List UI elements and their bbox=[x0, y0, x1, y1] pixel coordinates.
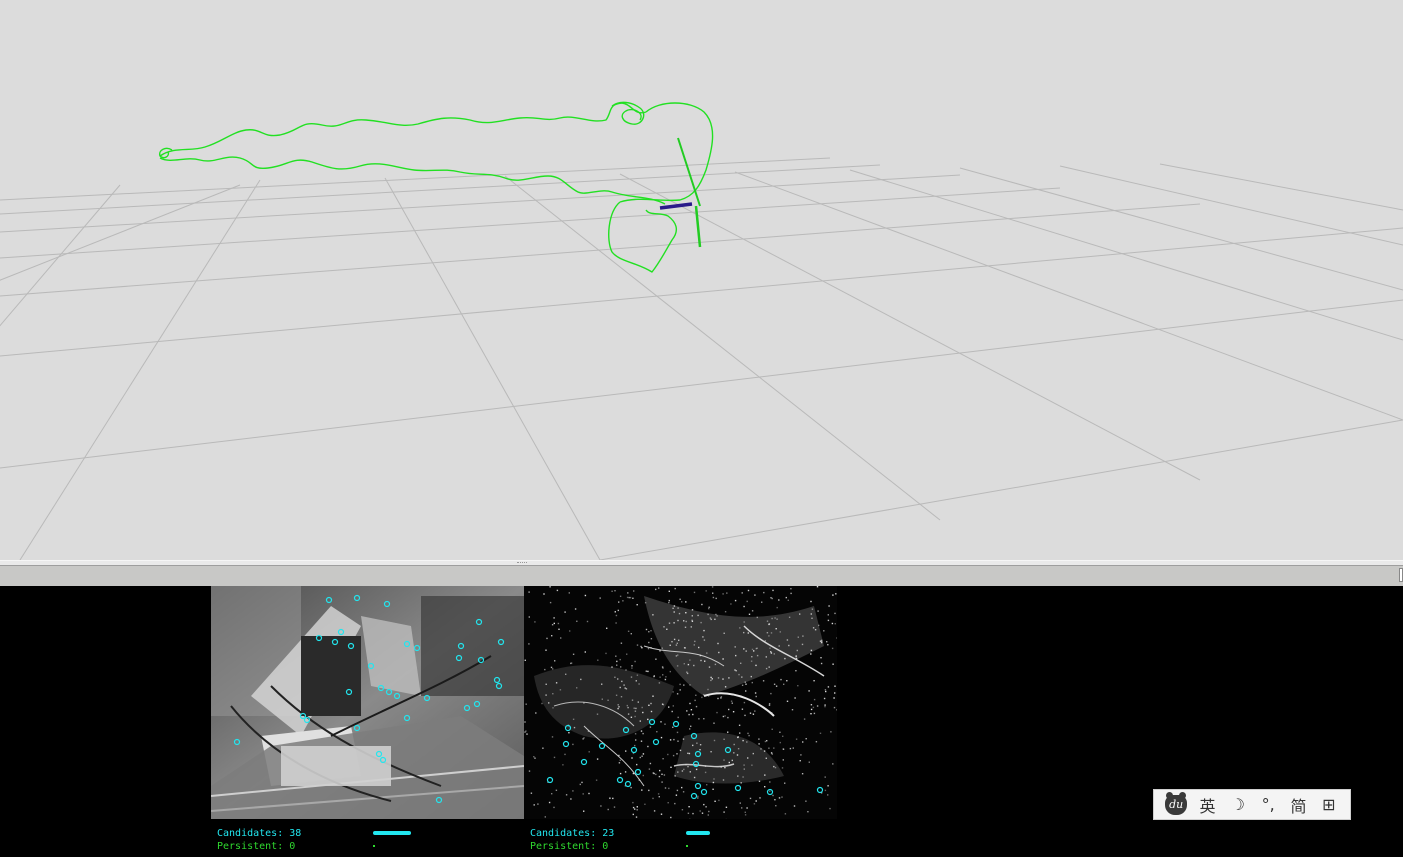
edge-image bbox=[524, 586, 837, 819]
right-persistent-bar bbox=[686, 845, 688, 847]
baidu-paw-icon: du bbox=[1165, 791, 1188, 815]
grid-icon[interactable]: ⊞ bbox=[1319, 793, 1339, 817]
separator-bar bbox=[0, 566, 1403, 586]
ime-logo-button[interactable]: du bbox=[1165, 791, 1188, 817]
ime-logo-text: du bbox=[1169, 798, 1184, 811]
moon-icon[interactable]: ☽ bbox=[1228, 793, 1248, 817]
ime-script-toggle[interactable]: 简 bbox=[1288, 793, 1308, 817]
right-image-stats: Candidates: 23 Persistent: 0 bbox=[530, 827, 614, 853]
left-candidates-bar bbox=[373, 831, 411, 835]
ime-toolbar: du 英 ☽ °, 简 ⊞ bbox=[1153, 789, 1351, 820]
left-persistent-bar bbox=[373, 845, 375, 847]
ime-punctuation-toggle[interactable]: °, bbox=[1258, 793, 1278, 817]
left-image-stats: Candidates: 38 Persistent: 0 bbox=[217, 827, 301, 853]
splitter-grip[interactable] bbox=[517, 562, 527, 565]
camera-image-panel bbox=[211, 586, 524, 819]
ime-language-toggle[interactable]: 英 bbox=[1197, 793, 1217, 817]
camera-image bbox=[211, 586, 524, 819]
ground-grid bbox=[0, 157, 1403, 560]
right-candidates-bar bbox=[686, 831, 710, 835]
edge-image-panel bbox=[524, 586, 837, 819]
3d-viewport[interactable] bbox=[0, 0, 1403, 560]
trajectory-path bbox=[159, 101, 714, 273]
right-persistent-label: Persistent: 0 bbox=[530, 841, 609, 852]
scrollbar-edge[interactable] bbox=[1399, 568, 1403, 582]
right-candidates-label: Candidates: 23 bbox=[530, 828, 615, 839]
scene-svg bbox=[0, 101, 1403, 560]
left-persistent-label: Persistent: 0 bbox=[217, 841, 296, 852]
left-candidates-label: Candidates: 38 bbox=[217, 828, 302, 839]
